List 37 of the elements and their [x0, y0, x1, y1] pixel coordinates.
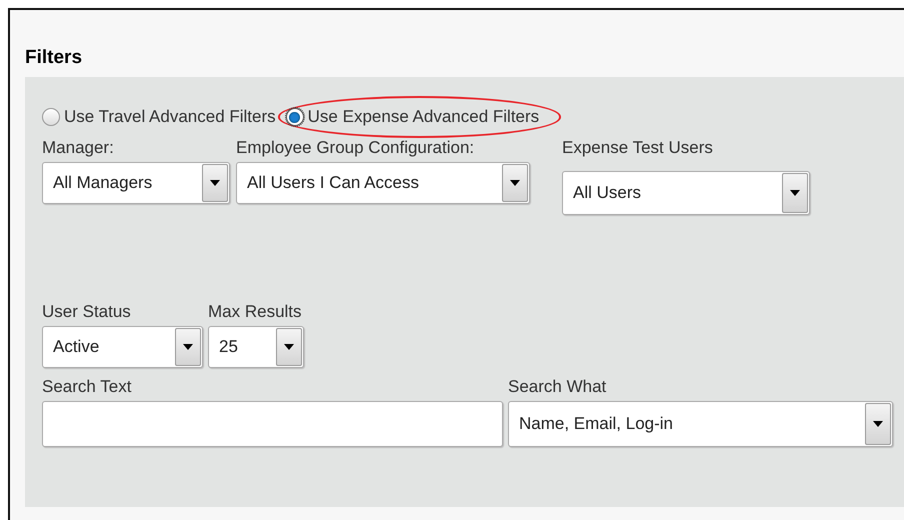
- search-text-field[interactable]: [42, 401, 503, 447]
- radio-option[interactable]: Use Travel Advanced Filters: [42, 104, 276, 130]
- dropdown[interactable]: Name, Email, Log-in: [508, 401, 893, 447]
- dropdown-arrow-button[interactable]: [175, 328, 201, 366]
- dropdown-arrow-button[interactable]: [276, 328, 302, 366]
- dropdown[interactable]: 25: [208, 326, 304, 368]
- dropdown[interactable]: All Users I Can Access: [236, 162, 530, 204]
- dropdown-arrow-button[interactable]: [782, 173, 808, 213]
- dropdown-value: Active: [52, 336, 100, 358]
- field-label: Employee Group Configuration:: [236, 137, 476, 159]
- field-label: Manager:: [42, 137, 115, 159]
- dropdown-arrow-button[interactable]: [865, 403, 891, 445]
- dropdown[interactable]: All Managers: [42, 162, 230, 204]
- caret-icon: [284, 344, 294, 350]
- field-label: Max Results: [208, 301, 303, 323]
- caret-icon: [210, 180, 220, 186]
- dropdown-value: All Users I Can Access: [246, 172, 420, 194]
- caret-icon: [790, 190, 800, 196]
- dropdown-value: 25: [218, 336, 239, 358]
- field-label: User Status: [42, 301, 132, 323]
- caret-icon: [183, 344, 193, 350]
- caret-icon: [510, 180, 520, 186]
- section-title: Filters: [25, 46, 82, 70]
- radio-button[interactable]: [286, 108, 304, 126]
- dropdown-value: Name, Email, Log-in: [518, 413, 674, 436]
- dropdown[interactable]: All Users: [562, 171, 810, 215]
- field-label: Expense Test Users: [562, 137, 714, 159]
- dropdown-value: All Users: [572, 182, 642, 204]
- dropdown-arrow-button[interactable]: [202, 164, 228, 202]
- radio-option[interactable]: Use Expense Advanced Filters: [286, 104, 540, 130]
- radio-button[interactable]: [42, 108, 60, 126]
- dropdown-value: All Managers: [52, 172, 154, 194]
- caret-icon: [873, 421, 883, 427]
- dropdown[interactable]: Active: [42, 326, 203, 368]
- field-label: Search Text: [42, 376, 132, 398]
- dropdown-arrow-button[interactable]: [502, 164, 528, 202]
- field-label: Search What: [508, 376, 608, 398]
